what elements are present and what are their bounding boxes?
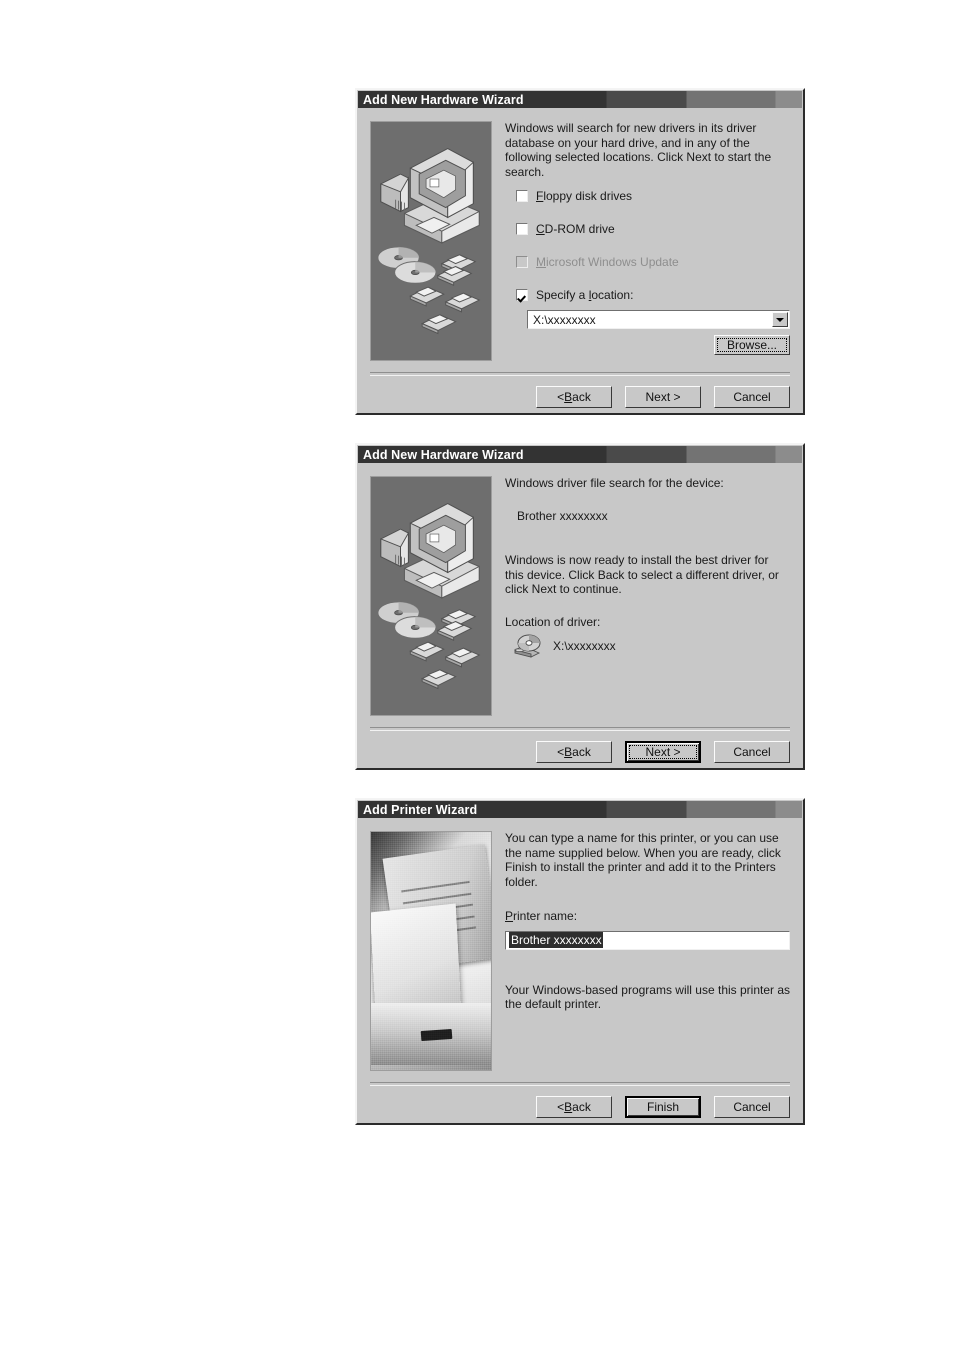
- finish-button[interactable]: Finish: [625, 1096, 701, 1118]
- checkbox-box[interactable]: [516, 223, 528, 235]
- cancel-button[interactable]: Cancel: [714, 741, 790, 763]
- computer-media-illustration-art: [377, 502, 481, 690]
- button-row: < Back Next > Cancel: [536, 741, 790, 763]
- photo-grain-overlay: [371, 832, 491, 1070]
- dialog-body: Windows will search for new drivers in i…: [357, 108, 803, 413]
- checkbox-label: Specify a location:: [536, 288, 634, 302]
- chevron-down-icon[interactable]: [772, 312, 788, 327]
- separator: [370, 1082, 790, 1086]
- footnote-text: Your Windows-based programs will use thi…: [505, 982, 791, 1012]
- separator: [370, 372, 790, 376]
- intro-text: You can type a name for this printer, or…: [505, 831, 781, 889]
- window-title: Add Printer Wizard: [363, 802, 478, 817]
- search-heading: Windows driver file search for the devic…: [505, 476, 724, 490]
- device-name: Brother xxxxxxxx: [517, 508, 608, 523]
- checkbox-box[interactable]: [516, 190, 528, 202]
- add-printer-wizard-dialog: Add Printer Wizard You can type a name f…: [355, 798, 805, 1125]
- next-button[interactable]: Next >: [625, 386, 701, 408]
- window-title: Add New Hardware Wizard: [363, 447, 524, 462]
- intro-text: Windows will search for new drivers in i…: [505, 121, 772, 179]
- titlebar: Add New Hardware Wizard: [358, 446, 802, 463]
- back-button[interactable]: < Back: [536, 386, 612, 408]
- ready-text: Windows is now ready to install the best…: [505, 553, 779, 596]
- driver-location-value: X:\xxxxxxxx: [553, 639, 616, 653]
- location-combobox-value: X:\xxxxxxxx: [533, 312, 596, 327]
- printer-name-value: Brother xxxxxxxx: [509, 932, 603, 948]
- cancel-button[interactable]: Cancel: [714, 1096, 790, 1118]
- printer-photo: [370, 831, 492, 1071]
- window-title: Add New Hardware Wizard: [363, 92, 524, 107]
- checkbox-label: CD-ROM drive: [536, 222, 615, 236]
- content-area: You can type a name for this printer, or…: [505, 831, 790, 1022]
- content-area: Windows driver file search for the devic…: [505, 476, 790, 659]
- dialog-body: Windows driver file search for the devic…: [357, 463, 803, 768]
- titlebar: Add Printer Wizard: [358, 801, 802, 818]
- printer-photo-art: [371, 832, 491, 1070]
- back-button[interactable]: < Back: [536, 1096, 612, 1118]
- content-area: Windows will search for new drivers in i…: [505, 121, 790, 361]
- printer-name-input[interactable]: Brother xxxxxxxx: [505, 930, 790, 950]
- location-heading: Location of driver:: [505, 614, 601, 629]
- button-row: < Back Finish Cancel: [536, 1096, 790, 1118]
- checkbox-floppy-disk-drives[interactable]: Floppy disk drives: [516, 189, 790, 203]
- browse-row: Browse...: [505, 335, 790, 361]
- computer-media-illustration: [370, 476, 492, 716]
- cancel-button[interactable]: Cancel: [714, 386, 790, 408]
- computer-media-illustration-art: [377, 147, 481, 335]
- location-combobox[interactable]: X:\xxxxxxxx: [527, 310, 790, 329]
- checkbox-specify-a-location[interactable]: Specify a location:: [516, 288, 790, 302]
- separator: [370, 727, 790, 731]
- computer-media-illustration: [370, 121, 492, 361]
- checkbox-box[interactable]: [516, 289, 528, 301]
- checkbox-label: Microsoft Windows Update: [536, 255, 679, 269]
- printer-name-label: Printer name:: [505, 909, 578, 923]
- titlebar: Add New Hardware Wizard: [358, 91, 802, 108]
- add-new-hardware-wizard-dialog-1: Add New Hardware Wizard Windows will sea…: [355, 88, 805, 415]
- driver-location-row: X:\xxxxxxxx: [513, 633, 790, 659]
- checkbox-microsoft-windows-update: Microsoft Windows Update: [516, 255, 790, 269]
- checkbox-cd-rom-drive[interactable]: CD-ROM drive: [516, 222, 790, 236]
- button-row: < Back Next > Cancel: [536, 386, 790, 408]
- back-button[interactable]: < Back: [536, 741, 612, 763]
- add-new-hardware-wizard-dialog-2: Add New Hardware Wizard Windows driver f…: [355, 443, 805, 770]
- checkbox-label: Floppy disk drives: [536, 189, 633, 203]
- dialog-body: You can type a name for this printer, or…: [357, 818, 803, 1123]
- cdrom-drive-icon: [513, 634, 541, 658]
- checkbox-box: [516, 256, 528, 268]
- browse-button[interactable]: Browse...: [714, 335, 790, 355]
- next-button[interactable]: Next >: [625, 741, 701, 763]
